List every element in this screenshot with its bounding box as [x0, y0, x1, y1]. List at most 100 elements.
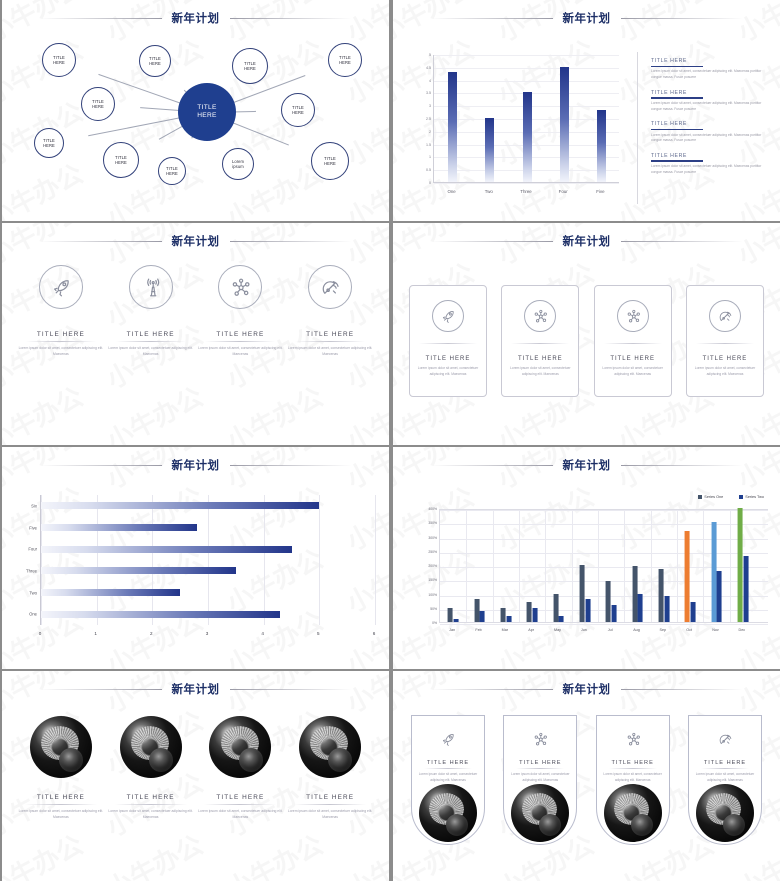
- card-icon[interactable]: [603, 728, 663, 750]
- bar[interactable]: [664, 596, 670, 622]
- network-node[interactable]: TITLE HERE: [42, 43, 76, 77]
- bar[interactable]: [611, 604, 617, 622]
- icon-card[interactable]: TITLE HERE Lorem ipsum dolor sit amet, co…: [501, 285, 580, 397]
- bar[interactable]: [532, 607, 538, 622]
- icon-circle[interactable]: [218, 265, 263, 309]
- bar[interactable]: [558, 616, 564, 622]
- slide-7-photo-circles[interactable]: 小牛办公 小牛办公 小牛办公 小牛办公 小牛办公 小牛办公 小牛办公 小牛办公 小牛办公 小牛办公…: [0, 671, 389, 881]
- card-icon[interactable]: [418, 728, 478, 750]
- card-icon[interactable]: [510, 728, 570, 750]
- network-node-label: TITLE HERE: [149, 55, 161, 66]
- bar[interactable]: [41, 502, 320, 510]
- bar[interactable]: [596, 110, 606, 182]
- network-node[interactable]: TITLE HERE: [328, 43, 362, 77]
- list-item-title: TITLE HERE: [651, 89, 687, 96]
- header-rule-left: [39, 688, 162, 690]
- bar[interactable]: [41, 589, 181, 596]
- bar[interactable]: [632, 566, 638, 622]
- list-item[interactable]: TITLE HERE Lorem ipsum dolor sit amet, co…: [651, 90, 769, 113]
- network-node[interactable]: TITLE HERE: [232, 48, 268, 84]
- bar[interactable]: [479, 610, 485, 622]
- photo-item[interactable]: TITLE HERE Lorem ipsum dolor sit amet, co…: [17, 716, 105, 820]
- photo-item[interactable]: TITLE HERE Lorem ipsum dolor sit amet, co…: [196, 716, 284, 820]
- bar[interactable]: [716, 570, 722, 622]
- slide-2-column-chart[interactable]: 小牛办公 小牛办公 小牛办公 小牛办公 小牛办公 小牛办公 小牛办公 小牛办公 小牛办公 小牛办公…: [391, 0, 780, 221]
- bar[interactable]: [41, 524, 197, 531]
- header-rule-right: [229, 464, 352, 466]
- list-item[interactable]: TITLE HERE Lorem ipsum dolor sit amet, co…: [651, 58, 769, 81]
- list-item[interactable]: TITLE HERE Lorem ipsum dolor sit amet, co…: [651, 121, 769, 144]
- network-node[interactable]: Lorem ipsum: [222, 148, 254, 180]
- icon-circle[interactable]: [524, 300, 557, 332]
- photo-item[interactable]: TITLE HERE Lorem ipsum dolor sit amet, co…: [107, 716, 195, 820]
- photo-card[interactable]: TITLE HERE Lorem ipsum dolor sit amet, co…: [687, 715, 762, 845]
- bar[interactable]: [453, 619, 459, 622]
- network-node[interactable]: TITLE HERE: [281, 93, 315, 127]
- card-icon[interactable]: [695, 728, 755, 750]
- list-item[interactable]: TITLE HERE Lorem ipsum dolor sit amet, co…: [651, 153, 769, 176]
- icon-card[interactable]: TITLE HERE Lorem ipsum dolor sit amet, co…: [409, 285, 487, 397]
- network-center-node[interactable]: TITLE HERE: [178, 83, 236, 141]
- bar[interactable]: [553, 593, 559, 622]
- photo-item[interactable]: TITLE HERE Lorem ipsum dolor sit amet, co…: [286, 716, 374, 820]
- divider: [114, 803, 187, 805]
- bar[interactable]: [485, 118, 495, 182]
- bar[interactable]: [474, 599, 480, 622]
- icon-card[interactable]: TITLE HERE Lorem ipsum dolor sit amet, co…: [685, 285, 764, 397]
- icon-circle[interactable]: [432, 300, 464, 332]
- icon-circle[interactable]: [708, 300, 741, 332]
- network-node[interactable]: TITLE HERE: [158, 157, 186, 185]
- network-node[interactable]: TITLE HERE: [139, 45, 171, 77]
- bar[interactable]: [447, 607, 453, 622]
- icon-circle-item[interactable]: TITLE HERE Lorem ipsum dolor sit amet, co…: [108, 265, 194, 357]
- bar[interactable]: [41, 610, 281, 618]
- bar[interactable]: [526, 602, 532, 622]
- photo-card[interactable]: TITLE HERE Lorem ipsum dolor sit amet, co…: [503, 715, 578, 845]
- bar[interactable]: [711, 522, 717, 622]
- bar[interactable]: [684, 530, 690, 622]
- network-node-label: TITLE HERE: [92, 98, 104, 109]
- bar[interactable]: [522, 92, 532, 182]
- bar[interactable]: [637, 594, 643, 622]
- bar[interactable]: [500, 607, 506, 622]
- bar[interactable]: [605, 580, 611, 622]
- slide-6-grouped-columns[interactable]: 小牛办公 小牛办公 小牛办公 小牛办公 小牛办公 小牛办公 小牛办公 小牛办公 小牛办公 小牛办公…: [391, 447, 780, 669]
- legend-item[interactable]: Series Two: [739, 495, 764, 499]
- bar[interactable]: [658, 569, 664, 622]
- photo-card[interactable]: TITLE HERE Lorem ipsum dolor sit amet, co…: [411, 715, 485, 845]
- icon-circle[interactable]: [308, 265, 353, 309]
- icon-circle-item[interactable]: TITLE HERE Lorem ipsum dolor sit amet, co…: [197, 265, 283, 357]
- bar[interactable]: [579, 565, 585, 622]
- bar[interactable]: [41, 545, 292, 553]
- bar[interactable]: [506, 616, 512, 622]
- network-node[interactable]: TITLE HERE: [81, 87, 115, 121]
- icon-circle-item[interactable]: TITLE HERE Lorem ipsum dolor sit amet, co…: [287, 265, 373, 357]
- bar[interactable]: [737, 508, 743, 622]
- photo-card[interactable]: TITLE HERE Lorem ipsum dolor sit amet, co…: [595, 715, 670, 845]
- bar[interactable]: [448, 71, 458, 182]
- x-tick-label: 0: [38, 631, 42, 636]
- network-node[interactable]: TITLE HERE: [34, 128, 64, 158]
- slide-8-photo-cards[interactable]: 小牛办公小牛办公小牛办公小牛办公小牛办公小牛办公小牛办公小牛办公小牛办公小牛办公…: [391, 671, 780, 881]
- icon-circle[interactable]: [38, 265, 83, 309]
- chart-legend: Series One Series Two: [698, 495, 764, 499]
- x-tick-label: Oct: [686, 628, 693, 632]
- bar[interactable]: [585, 599, 591, 622]
- bar[interactable]: [41, 567, 236, 575]
- slide-5-horizontal-bars[interactable]: 小牛办公 小牛办公 小牛办公 小牛办公 小牛办公 小牛办公 小牛办公 小牛办公 小牛办公 小牛办公…: [0, 447, 389, 669]
- header-rule-right: [229, 240, 352, 242]
- icon-circle[interactable]: [616, 300, 649, 332]
- slide-3-icon-circles[interactable]: 小牛办公 小牛办公 小牛办公 小牛办公 小牛办公 小牛办公 小牛办公 小牛办公 小牛办公 小牛办公…: [0, 223, 389, 445]
- network-node[interactable]: TITLE HERE: [311, 142, 349, 180]
- slide-1-network[interactable]: 小牛办公 小牛办公 小牛办公 小牛办公 小牛办公 小牛办公 小牛办公 小牛办公 小牛办公 小牛办公…: [0, 0, 389, 221]
- slide-4-icon-cards[interactable]: 小牛办公小牛办公小牛办公小牛办公小牛办公小牛办公小牛办公小牛办公小牛办公小牛办公…: [391, 223, 780, 445]
- network-node[interactable]: TITLE HERE: [103, 142, 139, 178]
- icon-circle[interactable]: [128, 265, 173, 309]
- bar[interactable]: [690, 602, 696, 622]
- icon-card[interactable]: TITLE HERE Lorem ipsum dolor sit amet, co…: [593, 285, 672, 397]
- legend-item[interactable]: Series One: [698, 495, 723, 499]
- bar[interactable]: [743, 556, 749, 622]
- bar[interactable]: [559, 66, 569, 182]
- gridline: [492, 510, 494, 622]
- icon-circle-item[interactable]: TITLE HERE Lorem ipsum dolor sit amet, co…: [18, 265, 104, 357]
